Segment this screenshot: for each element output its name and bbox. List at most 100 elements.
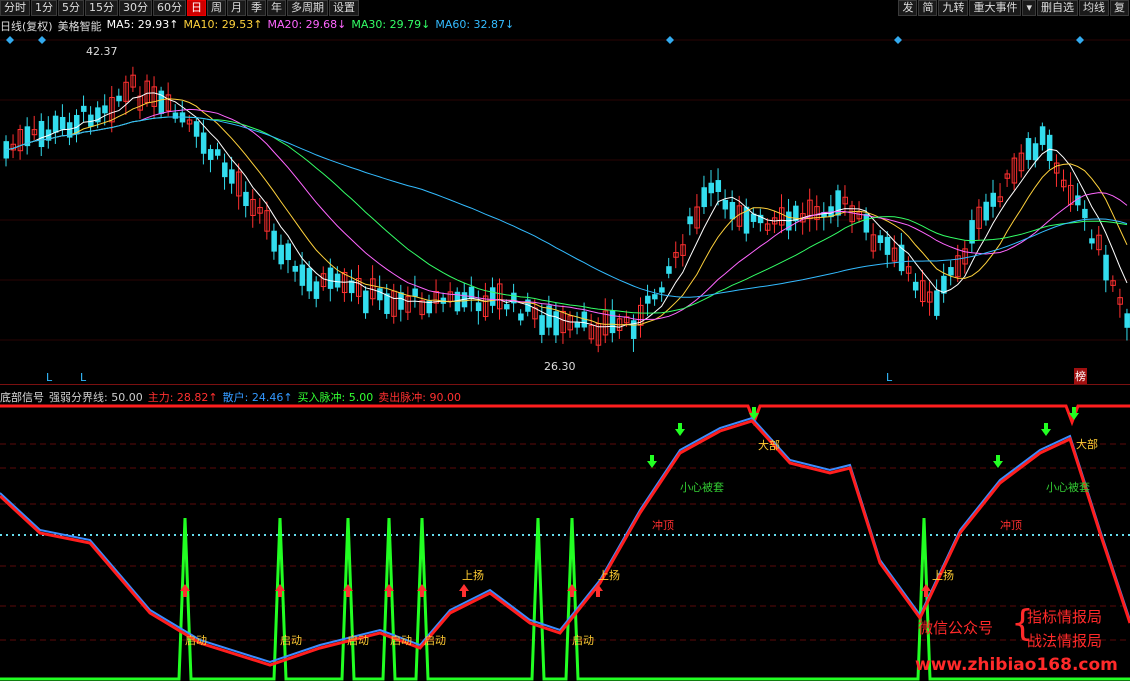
candle-body bbox=[1039, 126, 1046, 145]
candle-body bbox=[200, 132, 207, 154]
right-tab[interactable]: 九转 bbox=[938, 0, 969, 16]
candle-body bbox=[52, 115, 59, 133]
candle-body bbox=[38, 120, 45, 148]
candle-body bbox=[504, 304, 510, 310]
qidong-label: 启动 bbox=[185, 634, 207, 647]
right-tab[interactable]: 均线 bbox=[1079, 0, 1109, 16]
period-tab[interactable]: 日 bbox=[187, 0, 206, 16]
qidong-label: 启动 bbox=[424, 634, 446, 647]
candle-body bbox=[306, 268, 313, 292]
ma30-label: MA30: 29.79↓ bbox=[351, 18, 431, 31]
right-tab[interactable]: 发 bbox=[898, 0, 918, 16]
chongding-label: 冲顶 bbox=[1000, 519, 1022, 532]
candle-body bbox=[969, 220, 975, 244]
period-tab[interactable]: 季 bbox=[247, 0, 266, 16]
chart-title: 日线(复权) bbox=[0, 20, 53, 33]
period-tab[interactable]: 多周期 bbox=[287, 0, 328, 16]
right-tab[interactable]: ▾ bbox=[1022, 0, 1036, 16]
candle-body bbox=[377, 288, 383, 301]
candle-body bbox=[363, 290, 369, 314]
right-tab[interactable]: 删自选 bbox=[1037, 0, 1078, 16]
candle-body bbox=[863, 213, 870, 233]
shangyang-label: 上扬 bbox=[462, 569, 484, 582]
candle-body bbox=[715, 180, 722, 193]
diamond-marker bbox=[38, 36, 46, 44]
candle-body bbox=[574, 322, 581, 328]
candle-body bbox=[398, 292, 404, 310]
shangyang-label: 上扬 bbox=[932, 569, 954, 582]
candle-body bbox=[990, 192, 996, 207]
chongding-label: 冲顶 bbox=[652, 519, 674, 532]
period-tab[interactable]: 15分 bbox=[85, 0, 118, 16]
sell-pulse-label: 卖出脉冲: 90.00 bbox=[378, 391, 461, 404]
period-tab[interactable]: 60分 bbox=[153, 0, 186, 16]
low-price-label: 26.30 bbox=[544, 360, 576, 373]
candle-body bbox=[74, 114, 80, 135]
dabu-label: 大部 bbox=[1076, 438, 1098, 451]
candle-body bbox=[729, 201, 736, 220]
candle-body bbox=[292, 265, 299, 272]
ma-line bbox=[5, 92, 1128, 328]
right-tab[interactable]: 重大事件 bbox=[969, 0, 1022, 16]
candle-body bbox=[701, 187, 707, 208]
period-tab[interactable]: 分时 bbox=[0, 0, 30, 16]
right-tab[interactable]: 复 bbox=[1110, 0, 1129, 16]
buy-pulse-label: 买入脉冲: 5.00 bbox=[297, 391, 374, 404]
candle-body bbox=[116, 95, 122, 102]
candle-body bbox=[334, 273, 341, 288]
candle-body bbox=[327, 267, 334, 289]
candle-body bbox=[518, 313, 524, 321]
candle-body bbox=[1025, 138, 1032, 160]
candle-body bbox=[412, 288, 418, 297]
period-tab[interactable]: 周 bbox=[207, 0, 226, 16]
down-arrow-icon bbox=[1041, 423, 1051, 436]
ma-line bbox=[5, 108, 1128, 321]
candle-body bbox=[877, 235, 884, 243]
l-marker: L bbox=[80, 371, 87, 384]
candle-body bbox=[81, 105, 87, 112]
down-arrow-icon bbox=[675, 423, 685, 436]
candle-body bbox=[215, 149, 221, 156]
watermark-name-2: 战法情报局 bbox=[1027, 632, 1103, 650]
diamond-marker bbox=[894, 36, 902, 44]
panel-divider bbox=[0, 384, 1130, 385]
l-marker: L bbox=[886, 371, 893, 384]
xiaoxin-label: 小心被套 bbox=[1046, 481, 1090, 494]
candle-body bbox=[645, 295, 651, 304]
ma-line bbox=[5, 116, 1128, 298]
candle-body bbox=[1089, 238, 1095, 244]
candle-body bbox=[553, 311, 559, 336]
candle-body bbox=[59, 116, 66, 130]
period-tab[interactable]: 年 bbox=[267, 0, 286, 16]
candle-body bbox=[666, 266, 672, 274]
bang-badge[interactable]: 榜 bbox=[1074, 368, 1087, 384]
candle-body bbox=[941, 275, 947, 294]
candle-body bbox=[1124, 313, 1130, 328]
period-tab[interactable]: 5分 bbox=[58, 0, 84, 16]
qidong-label: 启动 bbox=[280, 634, 302, 647]
period-tab[interactable]: 月 bbox=[227, 0, 246, 16]
ma-legend: 日线(复权) 美格智能 MA5: 29.93↑ MA10: 29.53↑ MA2… bbox=[0, 18, 514, 33]
indicator-grid bbox=[0, 443, 1130, 641]
candle-body bbox=[652, 294, 658, 300]
period-tab[interactable]: 30分 bbox=[119, 0, 152, 16]
candle-body bbox=[687, 216, 693, 225]
qidong-label: 启动 bbox=[390, 634, 412, 647]
candle-body bbox=[222, 162, 228, 178]
candle-body bbox=[489, 287, 496, 306]
main-force-label: 主力: 28.82↑ bbox=[147, 391, 218, 404]
indicator-legend: 底部信号 强弱分界线: 50.00 主力: 28.82↑ 散户: 24.46↑ … bbox=[0, 389, 461, 404]
high-price-label: 42.37 bbox=[86, 45, 118, 58]
down-arrow-icon bbox=[993, 455, 1003, 468]
candle-body bbox=[750, 213, 757, 222]
chart-canvas[interactable] bbox=[0, 0, 1130, 681]
period-tab[interactable]: 1分 bbox=[31, 0, 57, 16]
right-tab[interactable]: 简 bbox=[918, 0, 938, 16]
candle-body bbox=[539, 315, 545, 335]
up-arrow-icon bbox=[459, 584, 469, 597]
candle-body bbox=[348, 280, 355, 294]
sell-pulse-line bbox=[0, 404, 1130, 427]
period-tab[interactable]: 设置 bbox=[329, 0, 359, 16]
candlesticks bbox=[3, 66, 1130, 353]
dabu-label: 大部 bbox=[758, 439, 780, 452]
